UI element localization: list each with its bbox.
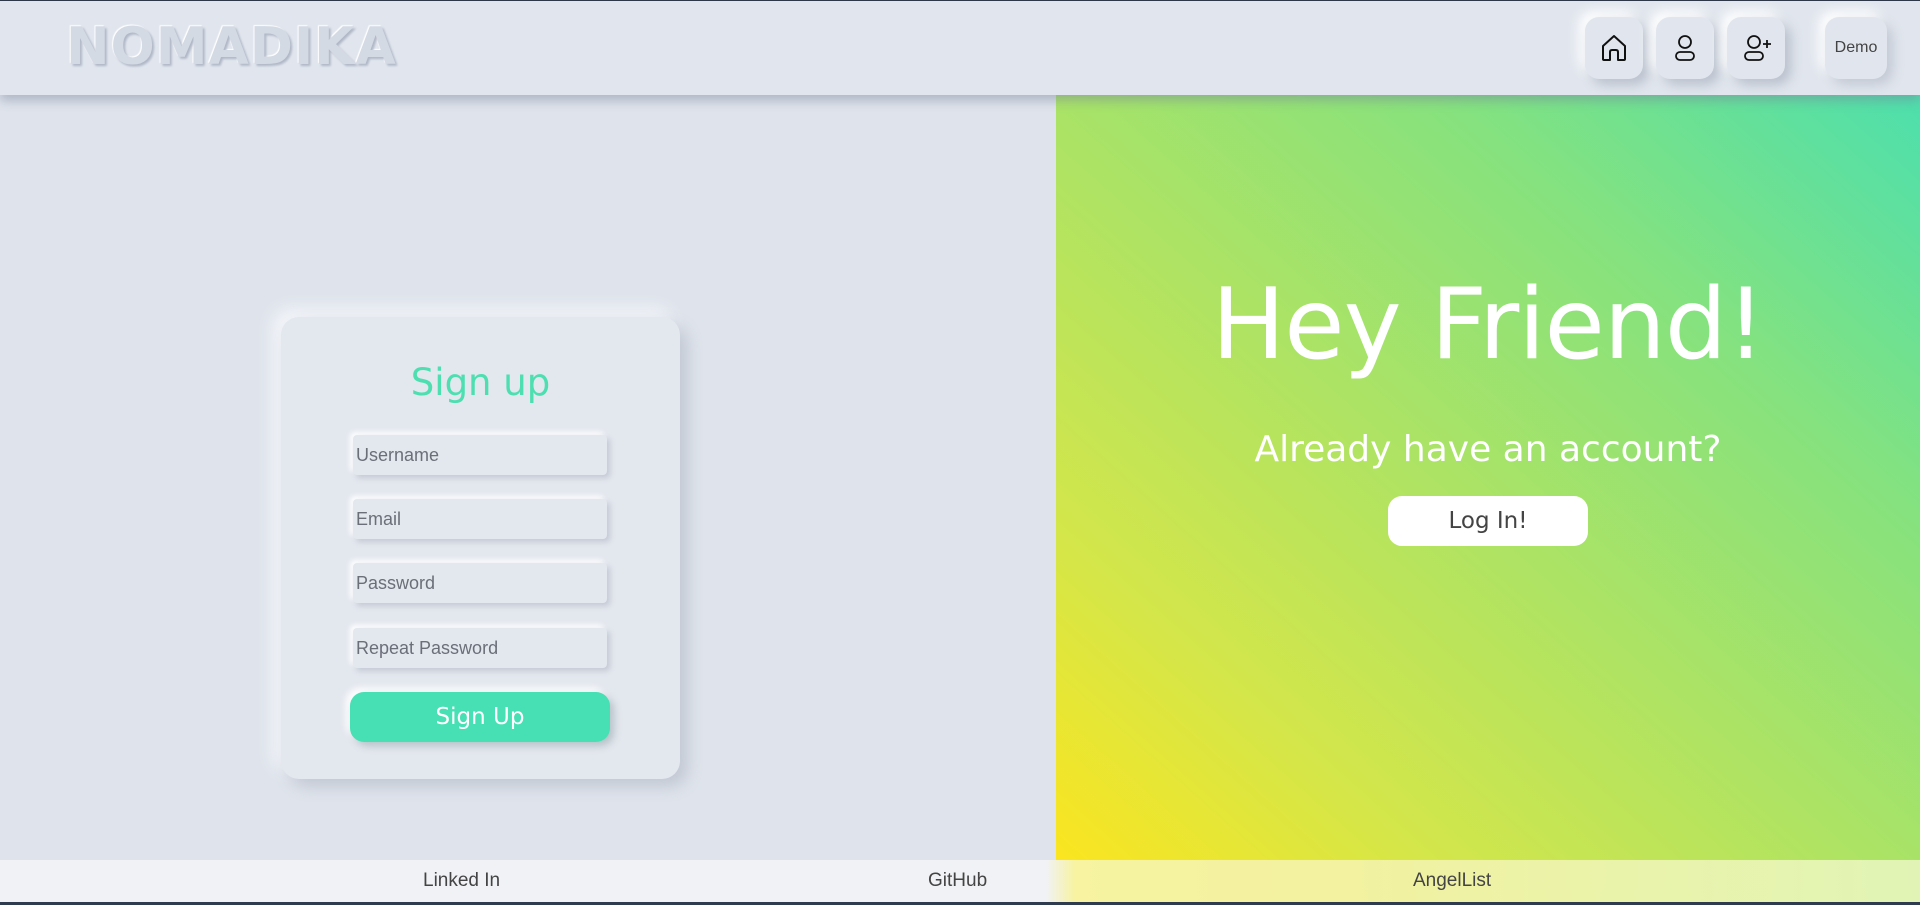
- footer: Linked In GitHub AngelList: [0, 860, 1920, 903]
- top-navbar: NOMADIKA Demo: [0, 1, 1920, 95]
- signup-nav-button[interactable]: [1727, 17, 1785, 79]
- email-input[interactable]: [353, 499, 607, 539]
- login-button[interactable]: Log In!: [1388, 496, 1588, 546]
- footer-link-linkedin[interactable]: Linked In: [423, 870, 500, 892]
- signup-title: Sign up: [410, 361, 551, 404]
- demo-button[interactable]: Demo: [1825, 17, 1887, 79]
- home-icon: [1602, 35, 1626, 61]
- user-icon: [1675, 35, 1695, 61]
- add-user-icon: [1744, 35, 1771, 61]
- signup-card: Sign up Sign Up: [281, 317, 680, 779]
- page: NOMADIKA Demo Sign up Sign Up: [0, 1, 1920, 903]
- profile-button[interactable]: [1656, 17, 1714, 79]
- hero-panel: Hey Friend! Already have an account? Log…: [1056, 94, 1920, 861]
- hero-title: Hey Friend!: [1211, 268, 1766, 382]
- footer-link-github[interactable]: GitHub: [928, 870, 987, 892]
- repeat-password-input[interactable]: [353, 628, 607, 668]
- hero-subtitle: Already have an account?: [1254, 429, 1722, 470]
- signup-button[interactable]: Sign Up: [350, 692, 610, 742]
- password-input[interactable]: [353, 563, 607, 603]
- username-input[interactable]: [353, 435, 607, 475]
- brand-logo[interactable]: NOMADIKA: [66, 17, 397, 77]
- home-button[interactable]: [1585, 17, 1643, 79]
- footer-link-angellist[interactable]: AngelList: [1413, 870, 1491, 892]
